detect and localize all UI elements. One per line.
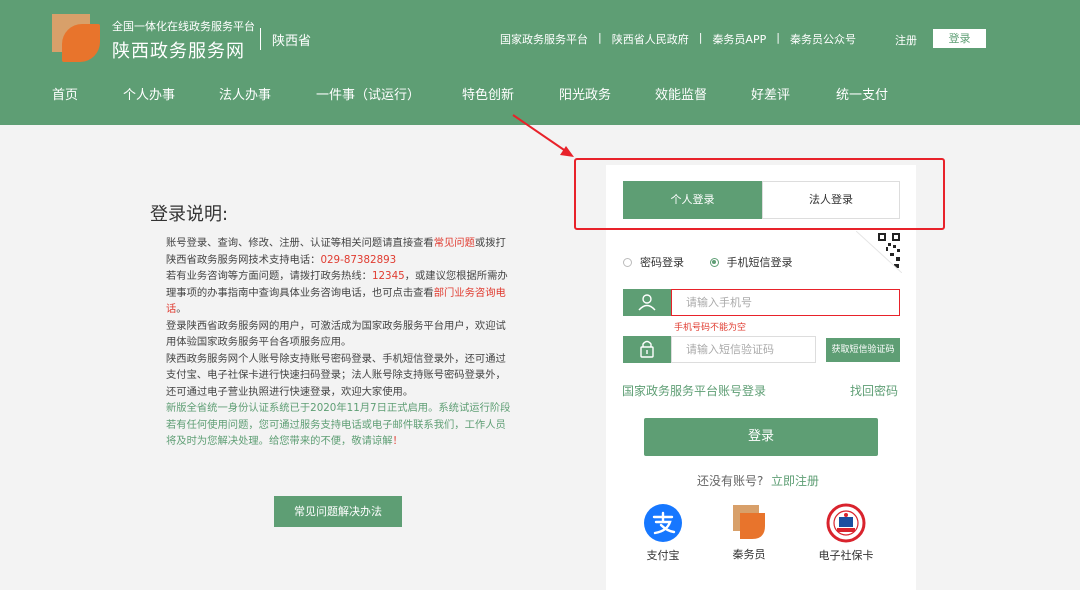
radio-password-login[interactable] bbox=[623, 257, 632, 267]
instruction-text: 账号登录、查询、修改、注册、认证等相关问题请直接查看 bbox=[166, 237, 434, 249]
alipay-login[interactable]: 支付宝 bbox=[641, 503, 685, 563]
qinwuyuan-login[interactable]: 秦务员 bbox=[726, 503, 772, 562]
top-links: 国家政务服务平台 | 陕西省人民政府 | 秦务员APP | 秦务员公众号 bbox=[500, 31, 856, 47]
instruction-paragraph: 账号登录、查询、修改、注册、认证等相关问题请直接查看常见问题或拨打陕西省政务服务… bbox=[166, 235, 511, 268]
annotation-highlight-box bbox=[574, 158, 945, 230]
province-selector[interactable]: 陕西省 bbox=[272, 30, 311, 49]
nav-personal[interactable]: 个人办事 bbox=[123, 84, 175, 103]
toplink-national-platform[interactable]: 国家政务服务平台 bbox=[500, 31, 588, 47]
nav-one-thing[interactable]: 一件事（试运行） bbox=[316, 84, 420, 103]
site-logo[interactable] bbox=[52, 14, 100, 62]
instruction-notice: 新版全省统一身份认证系统已于2020年11月7日正式启用。系统试运行阶段若有任何… bbox=[166, 400, 511, 450]
brand-title[interactable]: 陕西政务服务网 bbox=[112, 37, 245, 63]
toplink-app[interactable]: 秦务员APP bbox=[712, 31, 766, 47]
no-account-text: 还没有账号? bbox=[697, 474, 764, 488]
phone-input[interactable]: 请输入手机号 bbox=[671, 289, 900, 316]
qinwuyuan-label: 秦务员 bbox=[732, 548, 766, 561]
login-instructions: 账号登录、查询、修改、注册、认证等相关问题请直接查看常见问题或拨打陕西省政务服务… bbox=[166, 235, 511, 450]
instruction-paragraph: 陕西政务服务网个人账号除支持账号密码登录、手机短信登录外，还可通过支付宝、电子社… bbox=[166, 352, 506, 398]
national-platform-login-link[interactable]: 国家政务服务平台账号登录 bbox=[622, 382, 766, 399]
faq-solutions-button[interactable]: 常见问题解决办法 bbox=[274, 496, 402, 527]
nav-supervision[interactable]: 效能监督 bbox=[655, 84, 707, 103]
lock-icon bbox=[623, 336, 671, 363]
instruction-text: 若有业务咨询等方面问题，请拨打政务热线： bbox=[166, 270, 372, 282]
nav-innovation[interactable]: 特色创新 bbox=[462, 84, 514, 103]
header-login-button[interactable]: 登录 bbox=[933, 29, 986, 48]
toplink-shaanxi-government[interactable]: 陕西省人民政府 bbox=[612, 31, 689, 47]
brand-divider bbox=[260, 28, 261, 50]
login-method-radios: 密码登录 手机短信登录 bbox=[623, 254, 815, 270]
main-nav: 首页 个人办事 法人办事 一件事（试运行） 特色创新 阳光政务 效能监督 好差评… bbox=[0, 84, 1080, 104]
radio-password-label[interactable]: 密码登录 bbox=[640, 256, 684, 269]
find-password-link[interactable]: 找回密码 bbox=[850, 382, 898, 399]
brand-subtitle: 全国一体化在线政务服务平台 bbox=[112, 20, 255, 33]
header-register-link[interactable]: 注册 bbox=[895, 32, 917, 48]
toplink-separator: | bbox=[598, 31, 602, 44]
alipay-icon bbox=[644, 504, 682, 542]
radio-sms-login[interactable] bbox=[709, 257, 719, 267]
hotline-number: 12345 bbox=[371, 270, 405, 282]
social-security-card-login[interactable]: 电子社保卡 bbox=[813, 503, 879, 563]
qinwuyuan-icon bbox=[733, 505, 765, 539]
support-phone: 029-87382893 bbox=[320, 253, 397, 266]
phone-field: 请输入手机号 bbox=[623, 289, 900, 316]
nav-transparency[interactable]: 阳光政务 bbox=[559, 84, 611, 103]
social-security-card-label: 电子社保卡 bbox=[818, 549, 874, 562]
nav-rating[interactable]: 好差评 bbox=[751, 84, 790, 103]
nav-home[interactable]: 首页 bbox=[52, 84, 78, 103]
user-icon bbox=[623, 289, 671, 316]
social-security-card-icon bbox=[826, 503, 866, 543]
toplink-wechat[interactable]: 秦务员公众号 bbox=[790, 31, 856, 47]
nav-payment[interactable]: 统一支付 bbox=[836, 84, 888, 103]
instruction-paragraph: 登录陕西省政务服务网的用户，可激活成为国家政务服务平台用户，欢迎试用体验国家政务… bbox=[166, 319, 506, 349]
radio-sms-label[interactable]: 手机短信登录 bbox=[727, 256, 793, 269]
instruction-text: 。 bbox=[176, 303, 187, 315]
get-sms-code-button[interactable]: 获取短信验证码 bbox=[826, 338, 900, 362]
register-now-link[interactable]: 立即注册 bbox=[771, 474, 819, 488]
notice-text: 新版全省统一身份认证系统已于2020年11月7日正式启用。系统试运行阶段若有任何… bbox=[166, 402, 511, 447]
login-submit-button[interactable]: 登录 bbox=[644, 418, 878, 456]
toplink-separator: | bbox=[698, 31, 703, 44]
sms-code-input[interactable]: 请输入短信验证码 bbox=[671, 336, 816, 363]
qr-code-icon[interactable] bbox=[856, 231, 902, 273]
alipay-label: 支付宝 bbox=[646, 549, 680, 562]
notice-exclamation: ！ bbox=[392, 435, 403, 447]
instruction-paragraph: 若有业务咨询等方面问题，请拨打政务热线：12345，或建议您根据所需办理事项的办… bbox=[166, 268, 511, 318]
faq-link[interactable]: 常见问题 bbox=[434, 237, 475, 249]
register-prompt: 还没有账号? 立即注册 bbox=[697, 472, 819, 489]
login-instructions-title: 登录说明: bbox=[150, 204, 229, 225]
annotation-arrow-icon bbox=[512, 114, 574, 157]
nav-legal[interactable]: 法人办事 bbox=[219, 84, 271, 103]
phone-error-message: 手机号码不能为空 bbox=[674, 323, 747, 333]
toplink-separator: | bbox=[776, 31, 780, 44]
site-header: 全国一体化在线政务服务平台 陕西政务服务网 陕西省 国家政务服务平台 | 陕西省… bbox=[0, 0, 1080, 125]
